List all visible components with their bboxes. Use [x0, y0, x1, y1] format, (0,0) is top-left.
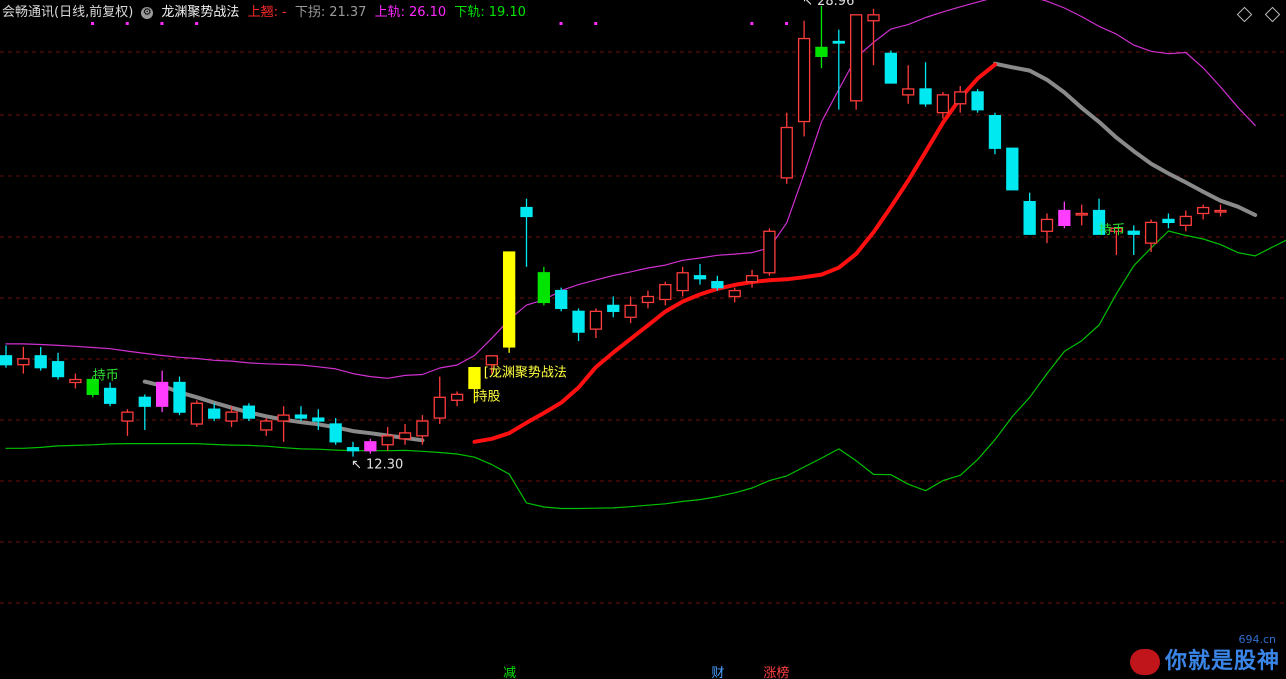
annotation-4: 持币: [93, 369, 119, 384]
candle-body-53: [919, 88, 932, 105]
candle-body-51: [884, 52, 897, 84]
bottom-marker-1: 财: [711, 666, 724, 679]
candle-body-14: [242, 405, 256, 419]
candle-body-4: [69, 378, 82, 384]
candle-body-52: [902, 88, 915, 96]
candle-body-0: [0, 355, 13, 366]
candle-body-68: [1179, 215, 1192, 226]
watermark: 694.cn 你就是股神: [1130, 633, 1280, 677]
candlestick-chart[interactable]: ↖ 28.96↖ 12.30[龙渊聚势战法持股持币持币减财涨榜: [0, 0, 1286, 679]
candle-body-12: [208, 408, 221, 419]
candle-body-36: [624, 304, 637, 318]
red-trend-line: [472, 62, 997, 444]
candle-body-8: [138, 396, 151, 407]
candle-body-69: [1197, 206, 1210, 215]
candle-body-25: [433, 396, 446, 419]
candle-body-39: [676, 272, 689, 292]
candle-body-42: [728, 289, 741, 298]
candle-body-19: [329, 423, 342, 443]
candle-body-17: [294, 414, 308, 419]
candle-body-37: [641, 295, 655, 304]
indicator-name[interactable]: 龙渊聚势战法: [161, 5, 239, 20]
candle-body-47: [815, 46, 828, 57]
annotation-3: 持股: [474, 389, 500, 404]
candle-body-27: [468, 367, 481, 390]
candle-body-66: [1144, 221, 1158, 244]
candle-body-62: [1075, 212, 1088, 216]
upper-band-label: 上轨:: [374, 5, 405, 20]
candle-body-54: [936, 94, 950, 114]
upturn-label: 上翘:: [247, 5, 278, 20]
candle-body-46: [797, 37, 811, 123]
candle-body-48: [832, 40, 845, 44]
watermark-logo-icon: [1130, 649, 1160, 675]
candle-body-11: [190, 402, 204, 425]
bottom-marker-2: 涨榜: [763, 665, 789, 679]
downturn-label: 下拐:: [294, 5, 326, 20]
candle-body-1: [17, 358, 30, 366]
lower-band-value: 19.10: [488, 5, 526, 20]
candle-body-3: [51, 361, 65, 378]
gray-trend-line-1: [993, 61, 1258, 217]
candle-body-33: [572, 310, 585, 333]
candle-body-60: [1040, 218, 1054, 232]
candle-body-26: [450, 393, 464, 401]
candle-body-41: [711, 281, 724, 289]
watermark-text: 你就是股神: [1164, 649, 1280, 674]
upper-band-value: 26.10: [408, 5, 447, 20]
candle-body-22: [381, 435, 394, 446]
candle-body-18: [312, 417, 325, 422]
candle-body-56: [971, 91, 984, 111]
annotation-5: 持币: [1099, 223, 1125, 238]
candle-body-9: [155, 381, 169, 407]
candle-body-58: [1006, 147, 1019, 191]
candle-body-23: [398, 432, 412, 440]
bottom-marker-0: 减: [503, 666, 516, 679]
candle-body-55: [954, 91, 967, 105]
candle-body-65: [1127, 230, 1140, 235]
candle-body-2: [34, 355, 47, 369]
candle-body-20: [346, 447, 360, 452]
candle-body-67: [1162, 218, 1175, 224]
candle-body-28: [485, 355, 498, 366]
lower-band-line: [5, 230, 1286, 510]
candle-body-31: [537, 272, 550, 304]
candle-body-32: [555, 289, 568, 310]
settings-icon[interactable]: [1264, 6, 1281, 23]
candle-body-34: [589, 310, 603, 330]
candle-body-40: [693, 275, 707, 280]
candle-body-38: [659, 283, 672, 301]
candle-body-44: [763, 230, 776, 274]
candle-body-29: [502, 251, 516, 348]
candle-body-59: [1023, 200, 1036, 235]
candle-body-16: [277, 414, 290, 422]
candle-body-45: [780, 126, 793, 179]
candle-body-43: [745, 275, 759, 283]
candle-body-61: [1058, 209, 1071, 226]
candle-body-30: [520, 206, 533, 218]
candle-body-49: [850, 14, 863, 102]
candle-body-21: [364, 441, 377, 452]
upturn-value: -: [281, 5, 287, 20]
candle-body-6: [103, 387, 117, 404]
annotation-1: ↖ 12.30: [351, 457, 403, 472]
candle-body-13: [225, 411, 238, 422]
lower-band-label: 下轨:: [454, 5, 485, 20]
candle-body-24: [416, 420, 429, 437]
candle-body-35: [607, 304, 620, 312]
candle-body-70: [1214, 209, 1227, 213]
gear-icon[interactable]: ⚙: [141, 6, 154, 19]
candle-body-15: [260, 420, 273, 431]
stock-title[interactable]: 会畅通讯(日线,前复权): [0, 5, 133, 20]
top-right-icons: [1227, 5, 1281, 23]
chart-header: 会畅通讯(日线,前复权) ⚙ 龙渊聚势战法 上翘: - 下拐: 21.37 上轨: 26…: [0, 0, 1286, 26]
diamond-icon[interactable]: [1236, 6, 1253, 23]
candle-body-10: [173, 381, 186, 413]
annotation-2: [龙渊聚势战法: [484, 365, 567, 381]
candle-body-7: [121, 411, 134, 422]
candle-body-57: [988, 114, 1002, 149]
downturn-value: 21.37: [329, 5, 367, 20]
